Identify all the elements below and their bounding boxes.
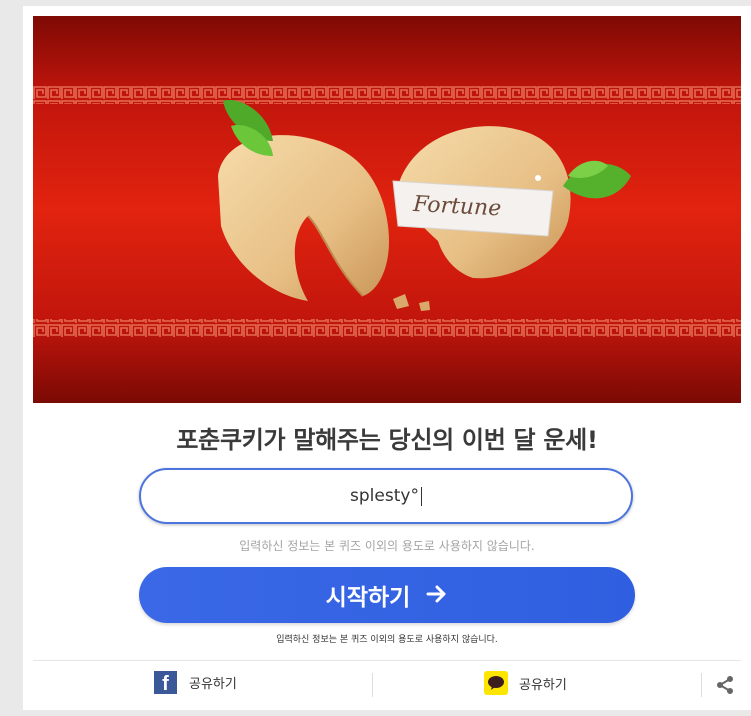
fortune-cookie-banner: Fortune (33, 16, 741, 403)
start-button[interactable]: 시작하기 (139, 567, 635, 623)
name-input-value: splesty° (350, 486, 419, 506)
name-input[interactable]: splesty° (139, 468, 633, 524)
share-icon[interactable] (715, 675, 735, 699)
start-button-label: 시작하기 (325, 585, 411, 611)
fortune-paper-text: Fortune (412, 192, 502, 222)
kakaotalk-share-button[interactable]: 공유하기 (484, 671, 567, 695)
share-bar: f 공유하기 공유하기 (33, 660, 741, 711)
kakaotalk-icon (484, 671, 508, 695)
text-caret (420, 486, 422, 506)
privacy-note-small: 입력하신 정보는 본 퀴즈 이외의 용도로 사용하지 않습니다. (276, 635, 498, 645)
facebook-icon: f (154, 671, 177, 694)
facebook-share-label: 공유하기 (189, 677, 237, 692)
banner-illustration: Fortune (33, 16, 741, 403)
facebook-share-button[interactable]: f 공유하기 (154, 671, 237, 694)
arrow-right-icon (426, 581, 448, 609)
page-title: 포춘쿠키가 말해주는 당신의 이번 달 운세! (176, 426, 598, 454)
share-divider (701, 673, 702, 697)
kakaotalk-share-label: 공유하기 (519, 677, 567, 693)
quiz-card: Fortune 포춘쿠키가 말해주는 당신의 이번 달 운세! splesty°… (23, 6, 751, 710)
share-divider (372, 673, 373, 697)
privacy-note: 입력하신 정보는 본 퀴즈 이외의 용도로 사용하지 않습니다. (239, 539, 535, 553)
